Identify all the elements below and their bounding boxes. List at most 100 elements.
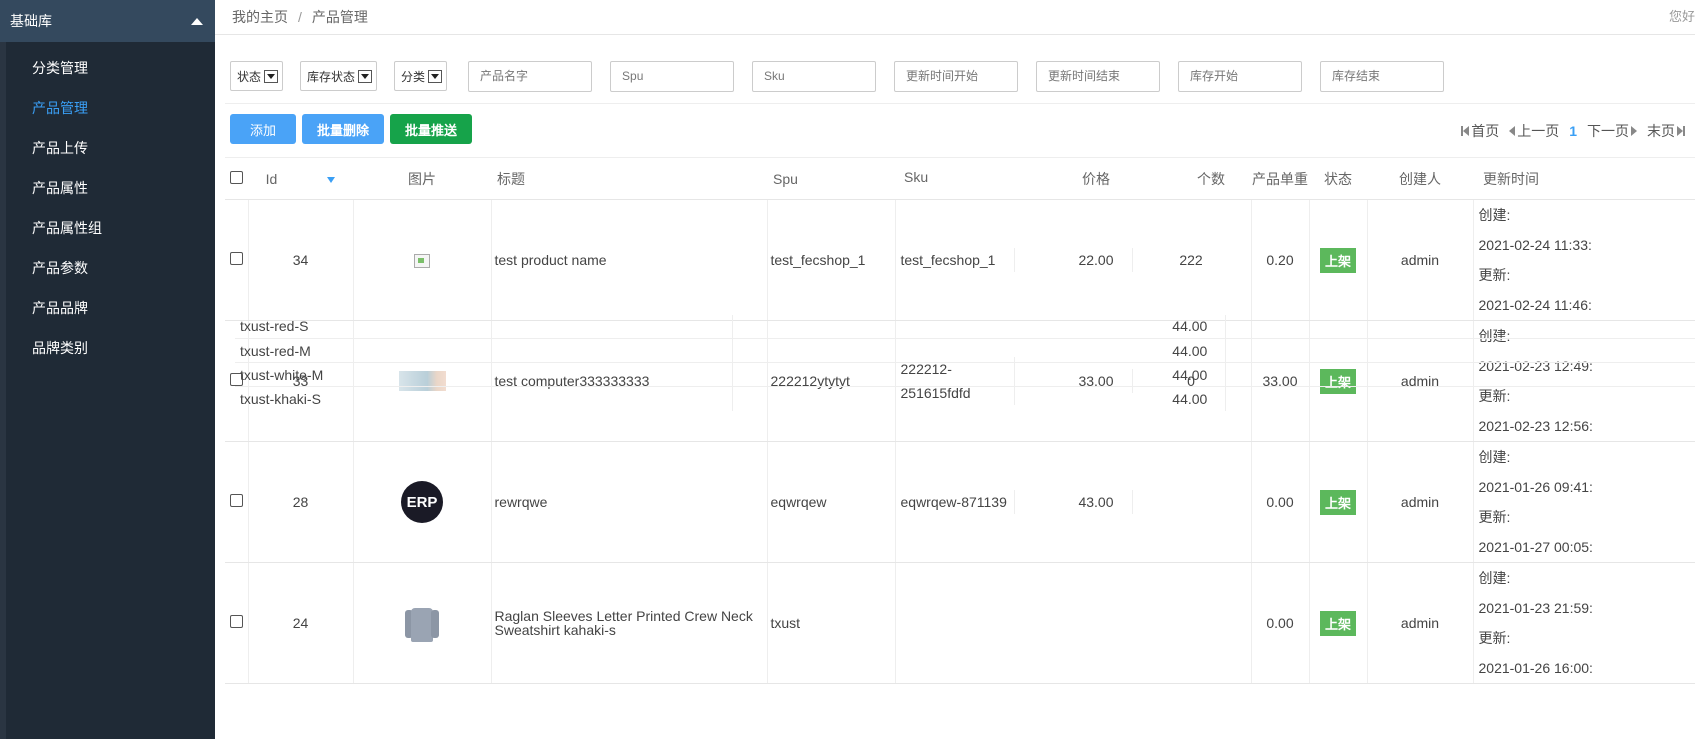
sidebar-item-brand-categories[interactable]: 品牌类别 [6, 328, 215, 368]
product-table: Id 图片 标题 Spu Sku 价格 个数 产品单重 状态 创建人 更新时间 [225, 157, 1695, 684]
erp-logo-image: ERP [401, 481, 443, 523]
sku-row: txust-white-M 44.00 [235, 362, 1695, 387]
sidebar-item-category[interactable]: 分类管理 [6, 48, 215, 88]
row-status: 上架 [1309, 562, 1368, 684]
row-id: 28 [248, 441, 354, 563]
table-row: 28 ERP rewrqwe eqwrqew eqwrqew-871139 43… [225, 441, 1695, 563]
status-select[interactable]: 状态 [230, 61, 284, 91]
row-image [353, 199, 492, 321]
sidebar-item-product-params[interactable]: 产品参数 [6, 248, 215, 288]
table-row: 34 test product name test_fecshop_1 test… [225, 199, 1695, 321]
sku-row: txust-red-M 44.00 [235, 338, 1695, 363]
row-title: Raglan Sleeves Letter Printed Crew Neck … [491, 562, 768, 684]
batch-push-button[interactable]: 批量推送 [390, 114, 473, 144]
row-price: 44.00 [732, 362, 1227, 387]
row-updated: 创建: 2021-01-23 21:59: 更新: 2021-01-26 16:… [1473, 562, 1695, 684]
row-sku: txust-red-M [235, 338, 733, 363]
created-label: 创建: [1478, 449, 1511, 465]
stock-end-input[interactable] [1320, 60, 1445, 92]
row-weight: 0.20 [1251, 199, 1310, 321]
table-row: 24 Raglan Sleeves Letter Printed Crew Ne… [225, 314, 1695, 684]
sidebar-item-product-attributes[interactable]: 产品属性 [6, 168, 215, 208]
created-time: 2021-01-26 09:41: [1478, 479, 1593, 495]
column-updated: 更新时间 [1473, 157, 1695, 200]
row-qty [1225, 362, 1695, 387]
select-all-checkbox[interactable] [230, 170, 243, 184]
caret-up-icon[interactable] [191, 17, 203, 25]
pagination: 首页 上一页 1 下一页 末页 [1461, 121, 1695, 141]
row-checkbox[interactable] [229, 252, 243, 265]
row-sku: txust-white-M [235, 362, 733, 387]
pager-first[interactable]: 首页 [1461, 121, 1499, 141]
updated-end-input[interactable] [1036, 60, 1161, 92]
row-price: 22.00 [1015, 248, 1133, 272]
row-qty: 222 [1179, 252, 1203, 268]
greeting-text: 您好 [1668, 9, 1695, 24]
first-page-arrow-icon [1463, 126, 1470, 136]
sidebar-item-products[interactable]: 产品管理 [6, 88, 215, 128]
row-weight: 0.00 [1251, 441, 1310, 563]
row-select-cell [225, 199, 249, 321]
row-spu: txust [767, 562, 896, 684]
row-title: rewrqwe [491, 441, 768, 563]
pager-next[interactable]: 下一页 [1587, 121, 1637, 141]
row-sku: test_fecshop_1 [896, 248, 1015, 272]
sku-subtable: txust-red-S 44.00 txust-red-M 44.00 txus… [235, 314, 1695, 411]
status-select-label: 状态 [237, 69, 262, 84]
row-id: 24 [248, 562, 354, 684]
divider [225, 103, 1695, 104]
dropdown-arrow-icon [358, 69, 373, 83]
add-button[interactable]: 添加 [230, 114, 296, 144]
sidebar-item-brands[interactable]: 产品品牌 [6, 288, 215, 328]
row-checkbox[interactable] [229, 615, 243, 628]
row-weight: 0.00 [1251, 562, 1310, 684]
breadcrumb-home[interactable]: 我的主页 [232, 7, 288, 27]
product-name-input[interactable] [468, 60, 593, 92]
row-sku-group: txust-red-S 44.00 txust-red-M 44.00 txus… [235, 314, 1695, 684]
row-creator: admin [1367, 441, 1474, 563]
status-badge: 上架 [1319, 610, 1356, 636]
updated-start-input[interactable] [894, 60, 1019, 92]
batch-delete-button[interactable]: 批量删除 [302, 114, 385, 144]
breadcrumb: 我的主页 / 产品管理 您好 [215, 0, 1695, 35]
created-time: 2021-02-24 11:33: [1478, 237, 1592, 253]
dropdown-arrow-icon [428, 69, 443, 83]
created-time: 2021-01-23 21:59: [1478, 600, 1593, 616]
row-sku: txust-red-S [235, 314, 733, 339]
column-id[interactable]: Id [248, 157, 353, 200]
updated-time: 2021-02-23 12:56: [1478, 418, 1593, 434]
sidebar-item-product-upload[interactable]: 产品上传 [6, 128, 215, 168]
sku-row: txust-red-S 44.00 [235, 314, 1695, 339]
pager-prev[interactable]: 上一页 [1509, 121, 1559, 141]
sku-input[interactable] [752, 60, 877, 92]
row-qty [1226, 387, 1695, 411]
pager-current[interactable]: 1 [1569, 123, 1577, 139]
stock-start-input[interactable] [1178, 60, 1303, 92]
row-status: 上架 [1309, 199, 1368, 321]
column-weight: 产品单重 [1251, 157, 1309, 200]
sidebar-item-attribute-groups[interactable]: 产品属性组 [6, 208, 215, 248]
stock-status-select[interactable]: 库存状态 [300, 61, 378, 91]
last-page-icon [1683, 126, 1685, 136]
sidebar-section-header[interactable]: 基础库 [0, 0, 215, 42]
broken-image-icon [414, 254, 430, 269]
spu-input[interactable] [610, 60, 735, 92]
column-price: 价格 [1082, 170, 1110, 187]
row-price: 44.00 [732, 314, 1227, 339]
row-id: 34 [248, 199, 354, 321]
sku-row: txust-khaki-S 44.00 [235, 386, 1695, 411]
table-header: Id 图片 标题 Spu Sku 价格 个数 产品单重 状态 创建人 更新时间 [225, 157, 1695, 200]
row-checkbox[interactable] [229, 494, 243, 507]
row-select-cell [225, 562, 249, 684]
status-badge: 上架 [1319, 489, 1356, 515]
row-creator: admin [1367, 199, 1474, 321]
column-sku-group: Sku 价格 个数 [895, 157, 1251, 200]
row-sku-group: eqwrqew-871139 43.00 [895, 441, 1252, 563]
row-updated: 创建: 2021-01-26 09:41: 更新: 2021-01-27 00:… [1473, 441, 1695, 563]
pager-last[interactable]: 末页 [1647, 121, 1685, 141]
row-image: ERP [353, 441, 492, 563]
sort-desc-icon[interactable] [327, 176, 336, 183]
category-select[interactable]: 分类 [394, 61, 448, 91]
row-price: 44.00 [732, 338, 1227, 363]
select-all-cell [225, 157, 248, 200]
